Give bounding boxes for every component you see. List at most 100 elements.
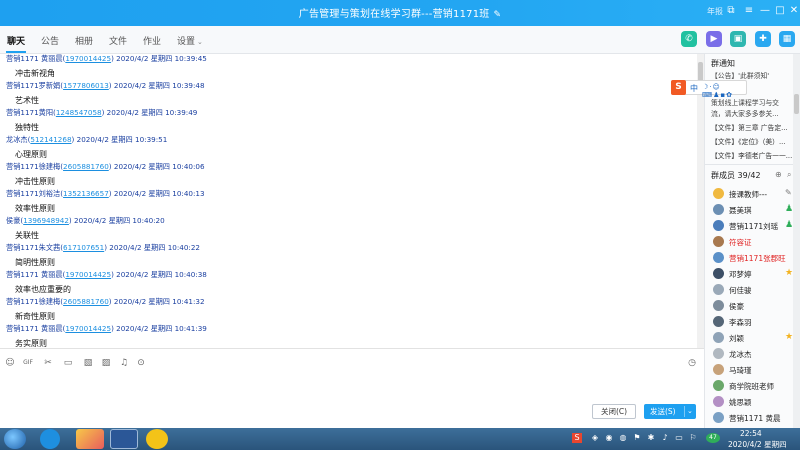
clock-date[interactable]: 2020/4/2 星期四 xyxy=(728,439,787,450)
sender-qq-link[interactable]: 512141268 xyxy=(30,135,71,144)
message-header: 营销1171朱文茜(617107651) 2020/4/2 星期四 10:40:… xyxy=(6,243,200,253)
sender-name: 营销1171朱文茜( xyxy=(6,243,64,252)
send-options-chevron-icon[interactable]: ⌄ xyxy=(687,404,693,419)
bell-icon[interactable]: ♫ xyxy=(118,357,130,369)
bluetooth-icon[interactable]: ✱ xyxy=(646,433,656,443)
member-item[interactable]: 商学院班老师 xyxy=(713,378,799,394)
paint-icon[interactable] xyxy=(76,429,104,449)
scissors-icon[interactable]: ✂ xyxy=(42,357,54,369)
tab-album[interactable]: 相册 xyxy=(75,34,93,47)
phone-icon[interactable]: ✆ xyxy=(681,31,697,47)
send-button[interactable]: 发送(S) ⌄ xyxy=(644,404,696,419)
send-divider xyxy=(684,406,685,417)
annual-report-link[interactable]: 年报 xyxy=(707,6,723,17)
wechat-tray-icon[interactable]: ◍ xyxy=(618,433,628,443)
tab-announcement[interactable]: 公告 xyxy=(41,34,59,47)
video-icon[interactable]: ▶ xyxy=(706,31,722,47)
tab-homework[interactable]: 作业 xyxy=(143,34,161,47)
folder-icon[interactable]: ▭ xyxy=(62,357,74,369)
message-time: ) 2020/4/2 星期四 10:40:13 xyxy=(108,189,205,198)
message-header: 营销1171黄阳(1248547058) 2020/4/2 星期四 10:39:… xyxy=(6,108,197,118)
member-item[interactable]: 马琦瑾 xyxy=(713,362,799,378)
member-item[interactable]: 营销1171 黄晨 xyxy=(713,410,799,426)
helmet-app-icon[interactable] xyxy=(146,429,168,449)
message-header: 营销1171刘裕洁(1352136657) 2020/4/2 星期四 10:40… xyxy=(6,189,205,199)
edit-icon[interactable]: ✎ xyxy=(785,188,792,197)
panel-scrollbar-thumb[interactable] xyxy=(794,94,799,114)
member-item[interactable]: 符容证 xyxy=(713,234,799,250)
member-item[interactable]: 刘颖 ★ xyxy=(713,330,799,346)
tray-badge[interactable]: 47 xyxy=(706,433,720,443)
sender-qq-link[interactable]: 1970014425 xyxy=(65,324,111,333)
file-item[interactable]: 【文件】《定位》（美）... xyxy=(711,136,785,146)
history-icon[interactable]: ◷ xyxy=(686,357,698,369)
avatar xyxy=(713,348,724,359)
member-item[interactable]: 李森羽 xyxy=(713,314,799,330)
edit-icon[interactable]: ✎ xyxy=(493,10,501,20)
member-item[interactable]: 姚思颖 xyxy=(713,394,799,410)
tab-settings[interactable]: 设置 ⌄ xyxy=(177,34,203,47)
member-item[interactable]: 龙冰杰 xyxy=(713,346,799,362)
member-item[interactable]: 何佳骏 xyxy=(713,282,799,298)
flag-tray-icon[interactable]: ⚐ xyxy=(688,433,698,443)
qq-tray-icon[interactable]: ◉ xyxy=(604,433,614,443)
member-item[interactable]: 营销1171张郡旺 xyxy=(713,250,799,266)
app-k-icon[interactable] xyxy=(40,429,60,449)
close-button[interactable]: 关闭(C) xyxy=(592,404,636,419)
clock-time[interactable]: 22:54 xyxy=(740,429,762,438)
member-item[interactable]: 营销1171刘瑶 ♟ xyxy=(713,218,799,234)
sogou-logo-icon[interactable]: S xyxy=(671,80,686,95)
word-icon[interactable] xyxy=(110,429,138,449)
close-icon[interactable]: ✕ xyxy=(786,3,800,19)
avatar xyxy=(713,332,724,343)
more-apps-icon[interactable]: ▦ xyxy=(779,31,795,47)
sender-qq-link[interactable]: 2605881760 xyxy=(63,297,109,306)
sender-qq-link[interactable]: 617107651 xyxy=(63,243,104,252)
sender-qq-link[interactable]: 1970014425 xyxy=(65,54,111,63)
gif-icon[interactable]: GIF xyxy=(22,357,34,369)
sender-qq-link[interactable]: 1577806013 xyxy=(63,81,109,90)
notice-line[interactable]: 【公告】'此群须知' xyxy=(711,70,769,80)
member-settings-icon[interactable]: ⊕ xyxy=(775,170,782,179)
tab-chat[interactable]: 聊天 xyxy=(5,34,27,53)
file-item[interactable]: 【文件】李德老广告一一... xyxy=(711,150,792,160)
notice-title[interactable]: 群通知 xyxy=(711,58,735,69)
minimize-icon[interactable]: — xyxy=(757,3,773,19)
member-name: 侯豪 xyxy=(729,302,744,311)
member-item[interactable]: 邓梦婷 ★ xyxy=(713,266,799,282)
ime-toolbar[interactable]: S 中 ☽⋅☺⌨♟▪✿ xyxy=(671,80,747,99)
file-item[interactable]: 【文件】第三章 广告定... xyxy=(711,122,788,132)
sender-qq-link[interactable]: 1970014425 xyxy=(65,270,111,279)
network-tray-icon[interactable]: ⚑ xyxy=(632,433,642,443)
member-item[interactable]: 侯豪 xyxy=(713,298,799,314)
search-icon[interactable]: ⌕ xyxy=(787,170,791,180)
more-icon[interactable]: ⊙ xyxy=(135,357,147,369)
member-item[interactable]: 接课教师--- ✎ xyxy=(713,186,799,202)
tab-files[interactable]: 文件 xyxy=(109,34,127,47)
menu-icon[interactable]: ≡ xyxy=(741,3,757,19)
shield-icon[interactable]: ◈ xyxy=(590,433,600,443)
screen-share-icon[interactable]: ▣ xyxy=(730,31,746,47)
chat-message-list[interactable]: 营销1171 黄丽晨(1970014425) 2020/4/2 星期四 10:3… xyxy=(0,54,697,348)
sender-qq-link[interactable]: 1396948942 xyxy=(23,216,69,225)
display-tray-icon[interactable]: ▭ xyxy=(674,433,684,443)
ime-tools-icon[interactable]: ☽⋅☺⌨♟▪✿ xyxy=(702,83,746,99)
volume-tray-icon[interactable]: ♪ xyxy=(660,433,670,443)
image-icon[interactable]: ▧ xyxy=(82,357,94,369)
picture-icon[interactable]: ▨ xyxy=(100,357,112,369)
start-button[interactable] xyxy=(4,429,26,449)
present-icon[interactable]: ✚ xyxy=(755,31,771,47)
panel-divider xyxy=(705,164,800,165)
sender-qq-link[interactable]: 1352136657 xyxy=(63,189,109,198)
sender-name: 营销1171 黄丽晨( xyxy=(6,54,66,63)
ime-mode[interactable]: 中 xyxy=(690,83,698,94)
sender-qq-link[interactable]: 1248547058 xyxy=(56,108,102,117)
sogou-tray-icon[interactable]: S xyxy=(572,433,582,443)
panel-scrollbar[interactable] xyxy=(793,54,800,428)
member-item[interactable]: 聂美琪 ♟ xyxy=(713,202,799,218)
sender-qq-link[interactable]: 2605881760 xyxy=(63,162,109,171)
emoji-icon[interactable]: ☺ xyxy=(4,357,16,369)
member-name: 营销1171张郡旺 xyxy=(729,254,786,263)
avatar xyxy=(713,316,724,327)
restore-icon[interactable]: ⧉ xyxy=(723,3,739,19)
